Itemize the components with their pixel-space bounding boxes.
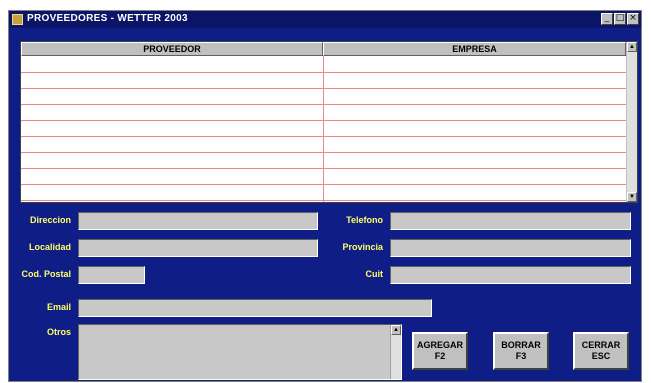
direccion-field[interactable] <box>78 212 318 230</box>
grid-vertical-scrollbar[interactable]: ▲ ▼ <box>626 42 637 202</box>
providers-grid[interactable]: PROVEEDOR EMPRESA ▲ ▼ <box>20 41 638 203</box>
grid-column-separator <box>323 56 324 202</box>
cerrar-label: CERRAR <box>581 340 621 350</box>
cod-postal-field[interactable] <box>78 266 145 284</box>
cuit-field[interactable] <box>390 266 631 284</box>
localidad-label: Localidad <box>28 242 71 252</box>
otros-textarea[interactable]: ▲ <box>78 324 402 380</box>
localidad-field[interactable] <box>78 239 318 257</box>
cerrar-shortcut: ESC <box>591 351 611 361</box>
agregar-label: AGREGAR <box>416 340 463 350</box>
otros-label: Otros <box>46 327 71 337</box>
memo-scroll-up-icon[interactable]: ▲ <box>391 325 401 335</box>
telefono-label: Telefono <box>346 215 383 225</box>
direccion-label: Direccion <box>29 215 71 225</box>
email-field[interactable] <box>78 299 432 317</box>
agregar-shortcut: F2 <box>434 351 446 361</box>
minimize-button[interactable]: _ <box>601 13 613 25</box>
window-controls: _ □ × <box>601 13 639 26</box>
provincia-field[interactable] <box>390 239 631 257</box>
otros-scrollbar[interactable]: ▲ <box>390 325 401 379</box>
cod-postal-label: Cod. Postal <box>21 269 71 279</box>
proveedores-window: PROVEEDORES - WETTER 2003 _ □ × PROVEEDO… <box>8 10 642 382</box>
scroll-down-icon[interactable]: ▼ <box>627 192 637 202</box>
cuit-label: Cuit <box>365 269 384 279</box>
email-label: Email <box>46 302 71 312</box>
borrar-button[interactable]: BORRAR F3 <box>493 332 549 370</box>
close-button[interactable]: × <box>627 13 639 25</box>
column-header-empresa[interactable]: EMPRESA <box>323 42 626 56</box>
scroll-up-icon[interactable]: ▲ <box>627 42 637 52</box>
telefono-field[interactable] <box>390 212 631 230</box>
window-title: PROVEEDORES - WETTER 2003 <box>27 13 188 24</box>
agregar-button[interactable]: AGREGAR F2 <box>412 332 468 370</box>
provincia-label: Provincia <box>342 242 383 252</box>
maximize-button[interactable]: □ <box>614 13 626 25</box>
app-icon <box>12 14 23 25</box>
title-bar[interactable]: PROVEEDORES - WETTER 2003 _ □ × <box>9 11 641 28</box>
borrar-label: BORRAR <box>501 340 541 350</box>
cerrar-button[interactable]: CERRAR ESC <box>573 332 629 370</box>
grid-header: PROVEEDOR EMPRESA <box>21 42 626 56</box>
borrar-shortcut: F3 <box>515 351 527 361</box>
column-header-proveedor[interactable]: PROVEEDOR <box>21 42 323 56</box>
